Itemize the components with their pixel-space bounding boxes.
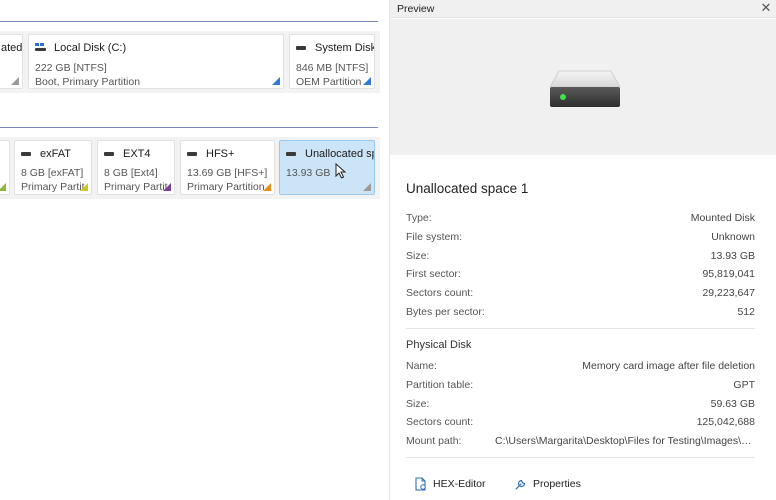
properties-button[interactable]: Properties [514,473,581,495]
property-label: Bytes per sector: [406,306,485,318]
partition-name: HFS+ [206,148,235,160]
drive-icon [296,46,306,50]
physical-disk-heading: Physical Disk [406,339,472,351]
partition-type: Primary Partit [104,181,168,193]
disk-1-row: ated Local Disk (C:) 222 GB [NTFS] Boot,… [0,31,380,93]
partition-type: Primary Partit [21,181,85,193]
properties-label: Properties [533,478,581,490]
partition-size: 846 MB [NTFS] [296,62,369,74]
property-label: Sectors count: [406,287,474,299]
property-row: Bytes per sector: 512 [406,306,755,322]
property-label: Type: [406,212,432,224]
partition-name: Unallocated sp [305,148,375,160]
partition-name: ated [1,42,23,54]
physical-disk-row: Partition table: GPT [406,379,755,395]
partition-tile-hfs[interactable]: HFS+ 13.69 GB [HFS+] Primary Partition [180,140,275,195]
hex-editor-button[interactable]: HEX-Editor [414,473,486,495]
disk-separator [0,127,378,128]
property-row: File system: Unknown [406,231,755,247]
partition-name: exFAT [40,148,71,160]
disk-separator [0,21,378,22]
property-label: Partition table: [406,379,474,391]
property-value: Memory card image after file deletion [582,360,755,372]
property-value: Mounted Disk [690,212,755,224]
partition-tile-system-disk[interactable]: System Disk 846 MB [NTFS] OEM Partition [289,34,375,89]
divider [406,328,755,329]
property-value: 512 [737,306,755,318]
divider [406,457,755,458]
partition-corner-marker [0,183,6,191]
partition-size: 8 GB [exFAT] [21,167,84,179]
partition-type: OEM Partition [296,76,362,88]
disk-map: ated Local Disk (C:) 222 GB [NTFS] Boot,… [0,0,389,500]
hex-editor-label: HEX-Editor [433,478,486,490]
partition-size: 13.93 GB [286,167,331,179]
partition-tile[interactable]: ated [0,34,23,89]
drive-icon [549,70,621,107]
property-row: Type: Mounted Disk [406,212,755,228]
preview-title: Preview [397,3,435,15]
volume-title: Unallocated space 1 [406,181,529,196]
partition-corner-marker [363,183,371,191]
preview-header: Preview ✕ [390,0,776,18]
partition-corner-marker [11,77,19,85]
partition-name: EXT4 [123,148,151,160]
wrench-icon [515,479,526,490]
preview-details: Unallocated space 1 Type: Mounted Disk F… [390,155,776,500]
property-row: Size: 13.93 GB [406,250,755,266]
property-value: 95,819,041 [702,268,755,280]
drive-icon [187,152,197,156]
property-row: Sectors count: 29,223,647 [406,287,755,303]
partition-tile-exfat[interactable]: exFAT 8 GB [exFAT] Primary Partit [14,140,92,195]
drive-icon [286,152,296,156]
disk-2-row: exFAT 8 GB [exFAT] Primary Partit EXT4 8… [0,137,380,199]
property-row: First sector: 95,819,041 [406,268,755,284]
property-value: Unknown [711,231,755,243]
windows-drive-icon [35,43,46,53]
partition-type: Primary Partition [187,181,265,193]
partition-name: Local Disk (C:) [54,42,127,54]
property-label: File system: [406,231,463,243]
partition-corner-marker [163,183,171,191]
partition-tile-local-disk-c[interactable]: Local Disk (C:) 222 GB [NTFS] Boot, Prim… [28,34,284,89]
property-label: First sector: [406,268,461,280]
property-label: Name: [406,360,437,372]
partition-corner-marker [263,183,271,191]
partition-size: 8 GB [Ext4] [104,167,158,179]
property-label: Mount path: [406,435,462,447]
drive-icon [21,152,31,156]
partition-corner-marker [80,183,88,191]
physical-disk-row: Size: 59.63 GB [406,398,755,414]
property-value: 13.93 GB [710,250,755,262]
physical-disk-row: Sectors count: 125,042,688 [406,416,755,432]
hex-editor-icon [415,477,426,491]
partition-tile-ext4[interactable]: EXT4 8 GB [Ext4] Primary Partit [97,140,175,195]
partition-size: 13.69 GB [HFS+] [187,167,268,179]
partition-name: System Disk [315,42,375,54]
preview-panel: Preview ✕ Unallocated space 1 Type: Moun… [389,0,776,500]
property-label: Sectors count: [406,416,474,428]
partition-tile[interactable] [0,140,10,195]
property-label: Size: [406,250,430,262]
close-icon[interactable]: ✕ [759,1,773,15]
partition-corner-marker [272,77,280,85]
mouse-cursor-icon [335,163,347,179]
partition-type: Boot, Primary Partition [35,76,141,88]
preview-image-area [390,19,776,155]
property-label: Size: [406,398,430,410]
physical-disk-row: Name: Memory card image after file delet… [406,360,755,376]
property-value: 29,223,647 [702,287,755,299]
partition-tile-unallocated[interactable]: Unallocated sp 13.93 GB [279,140,375,195]
property-value: C:\Users\Margarita\Desktop\Files for Tes… [495,435,755,447]
partition-corner-marker [363,77,371,85]
drive-icon [104,152,114,156]
property-value: 125,042,688 [696,416,755,428]
partition-size: 222 GB [NTFS] [35,62,107,74]
property-value: 59.63 GB [710,398,755,410]
physical-disk-row: Mount path: C:\Users\Margarita\Desktop\F… [406,435,755,451]
property-value: GPT [733,379,755,391]
